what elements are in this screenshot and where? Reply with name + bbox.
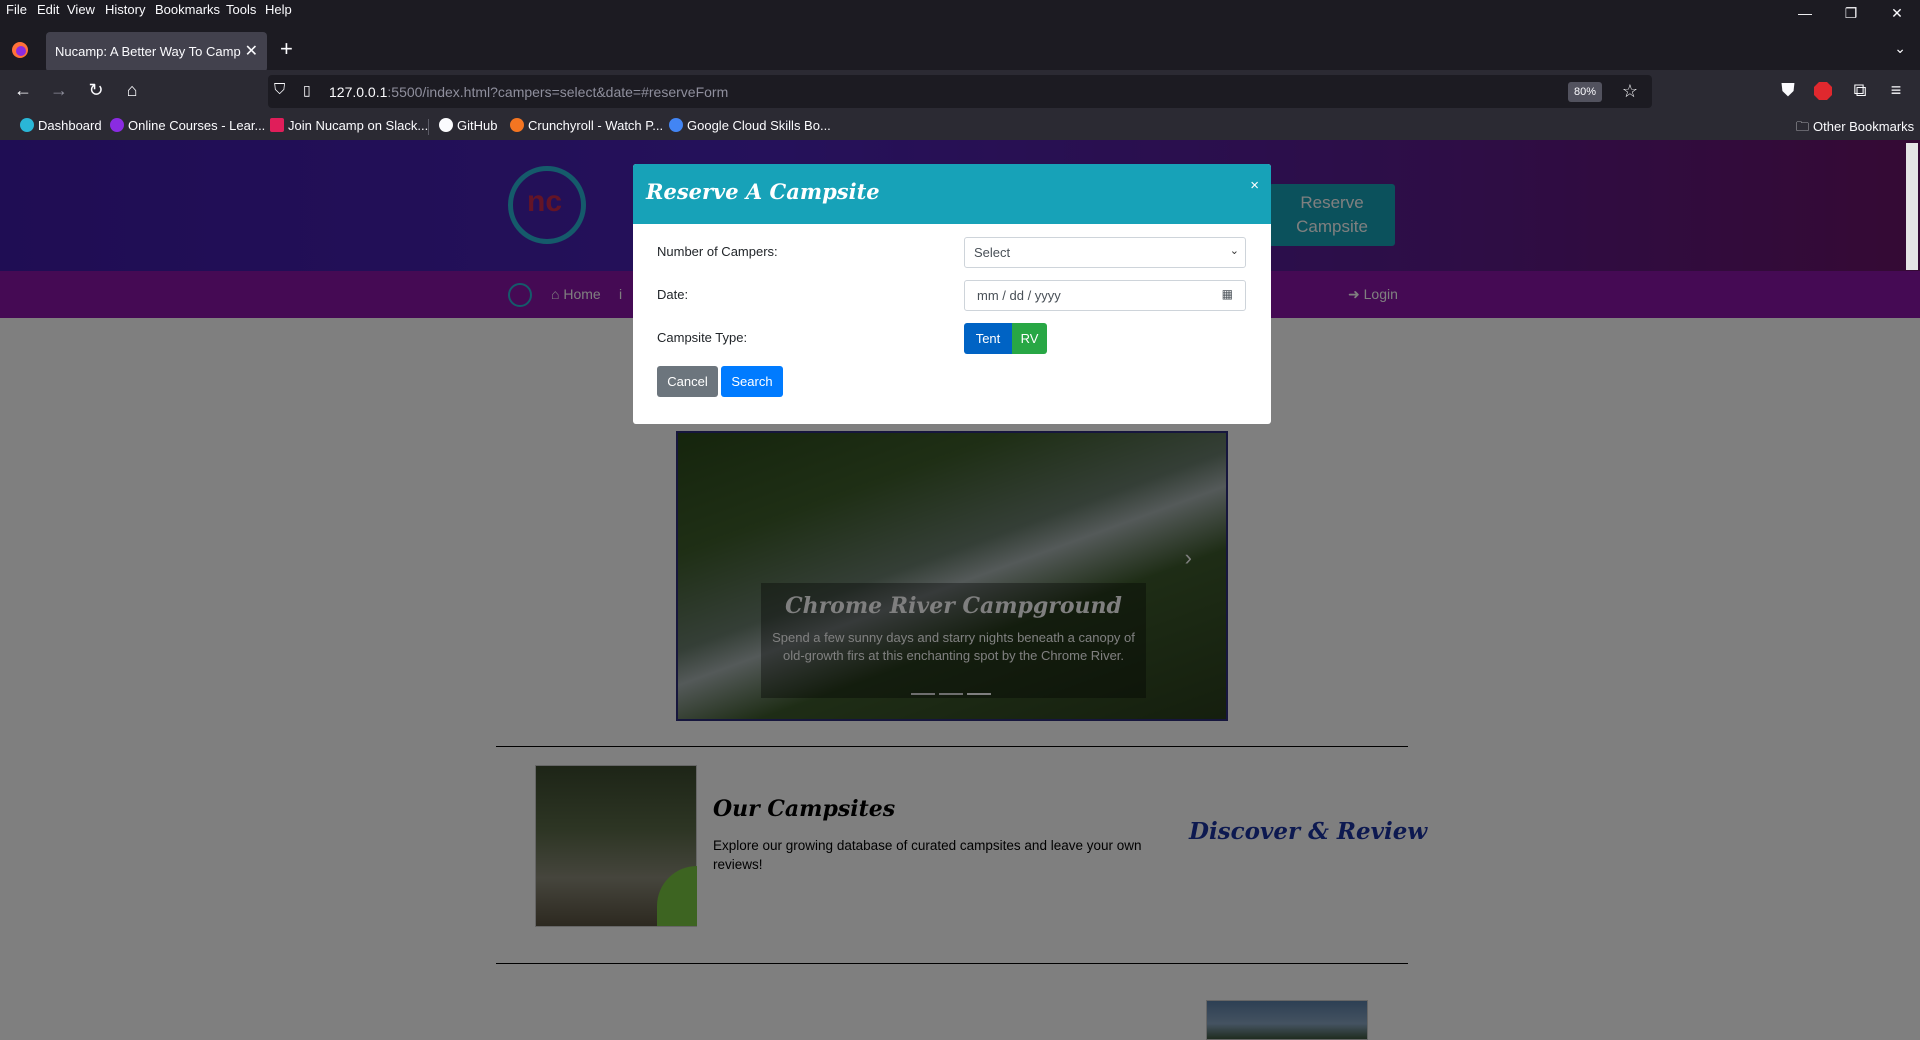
chevron-down-icon: ⌄ (1229, 245, 1239, 257)
date-placeholder: mm / dd / yyyy (977, 288, 1061, 303)
page-scrollbar[interactable] (1904, 140, 1920, 1040)
search-button[interactable]: Search (721, 366, 783, 397)
new-tab-button[interactable]: + (280, 38, 293, 60)
menu-view[interactable]: View (67, 2, 95, 17)
date-input[interactable]: mm / dd / yyyy ▦ (964, 280, 1246, 311)
menu-file[interactable]: File (6, 2, 27, 17)
pocket-icon[interactable]: ⛊ (1776, 80, 1800, 100)
navigation-toolbar: ← → ↻ ⌂ ⛉ ▯ 127.0.0.1:5500/index.html?ca… (0, 70, 1920, 114)
campsite-type-label: Campsite Type: (657, 330, 748, 345)
campers-select-value: Select (974, 245, 1011, 260)
menu-help[interactable]: Help (265, 2, 292, 17)
modal-header: Reserve A Campsite × (633, 164, 1271, 224)
tent-button[interactable]: Tent (964, 323, 1012, 354)
url-text[interactable]: 127.0.0.1:5500/index.html?campers=select… (329, 84, 728, 100)
google-cloud-icon (669, 118, 683, 132)
bookmark-github[interactable]: GitHub (439, 118, 497, 133)
bookmark-slack[interactable]: Join Nucamp on Slack... (270, 118, 428, 133)
cancel-button[interactable]: Cancel (657, 366, 718, 397)
campers-label: Number of Campers: (657, 244, 778, 259)
zoom-level[interactable]: 80% (1567, 82, 1602, 102)
menu-history[interactable]: History (105, 2, 145, 17)
menu-edit[interactable]: Edit (37, 2, 59, 17)
back-icon[interactable]: ← (11, 80, 35, 100)
course-icon (110, 118, 124, 132)
page-viewport: nc Reserve Campsite ⌂ Home i ➜ Login Chr… (0, 140, 1920, 1040)
tab-title: Nucamp: A Better Way To Camp (55, 44, 241, 59)
url-bar[interactable]: ⛉ ▯ 127.0.0.1:5500/index.html?campers=se… (268, 75, 1652, 108)
forward-icon[interactable]: → (47, 80, 71, 100)
reload-icon[interactable]: ↻ (84, 80, 108, 100)
modal-close-icon[interactable]: × (1250, 178, 1259, 193)
firefox-icon[interactable] (11, 41, 29, 59)
bookmark-separator (428, 119, 429, 135)
bookmarks-bar: Dashboard Online Courses - Lear... Join … (0, 114, 1920, 140)
tab-strip: Nucamp: A Better Way To Camp ✕ + ⌄ (0, 20, 1920, 72)
modal-title: Reserve A Campsite (646, 179, 880, 204)
bookmark-dashboard[interactable]: Dashboard (20, 118, 102, 133)
list-tabs-icon[interactable]: ⌄ (1894, 40, 1906, 57)
home-icon[interactable]: ⌂ (120, 80, 144, 100)
slack-icon (270, 118, 284, 132)
bookmark-google-cloud[interactable]: Google Cloud Skills Bo... (669, 118, 831, 133)
extensions-icon[interactable]: ⧉ (1848, 80, 1872, 100)
page-icon[interactable]: ▯ (303, 82, 311, 99)
date-label: Date: (657, 287, 689, 302)
other-bookmarks[interactable]: 🗀 Other Bookmarks (1796, 118, 1914, 140)
shield-icon[interactable]: ⛉ (274, 81, 285, 98)
scrollbar-thumb (1906, 143, 1918, 270)
reserve-modal: Reserve A Campsite × Number of Campers: … (633, 164, 1271, 424)
calendar-icon[interactable]: ▦ (1222, 287, 1233, 301)
github-icon (439, 118, 453, 132)
app-menu-icon[interactable]: ≡ (1884, 80, 1908, 100)
campers-select[interactable]: Select ⌄ (964, 237, 1246, 268)
menu-bar: File Edit View History Bookmarks Tools H… (0, 0, 1920, 21)
tab-active[interactable]: Nucamp: A Better Way To Camp ✕ (46, 32, 267, 72)
folder-icon: 🗀 (1796, 119, 1810, 134)
bookmark-star-icon[interactable]: ☆ (1622, 81, 1638, 102)
crunchyroll-icon (510, 118, 524, 132)
bookmark-online-courses[interactable]: Online Courses - Lear... (110, 118, 265, 133)
nucamp-icon (20, 118, 34, 132)
bookmark-crunchyroll[interactable]: Crunchyroll - Watch P... (510, 118, 663, 133)
tab-close-icon[interactable]: ✕ (245, 41, 258, 61)
adblock-icon[interactable] (1814, 82, 1832, 100)
menu-tools[interactable]: Tools (226, 2, 256, 17)
rv-button[interactable]: RV (1012, 323, 1047, 354)
menu-bookmarks[interactable]: Bookmarks (155, 2, 220, 17)
